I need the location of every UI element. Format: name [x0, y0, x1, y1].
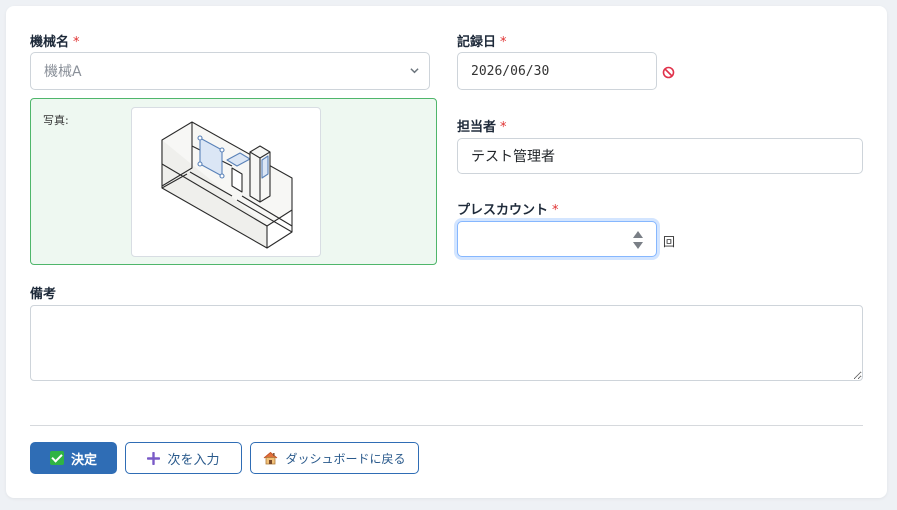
- submit-label: 決定: [70, 452, 97, 468]
- photo-label: 写真:: [43, 114, 69, 127]
- machine-select[interactable]: 機械A: [30, 52, 430, 90]
- machine-required-mark: *: [73, 35, 80, 50]
- press-count-input[interactable]: [457, 221, 657, 257]
- dashboard-button[interactable]: ダッシュボードに戻る: [250, 442, 419, 474]
- person-input[interactable]: テスト管理者: [457, 138, 863, 174]
- next-entry-label: 次を入力: [167, 452, 220, 468]
- memo-textarea[interactable]: [30, 305, 863, 381]
- machine-illustration: [161, 121, 293, 249]
- person-value: テスト管理者: [471, 149, 555, 165]
- machine-label: 機械名 *: [30, 31, 80, 50]
- no-entry-icon[interactable]: [662, 66, 675, 79]
- press-count-required-mark: *: [552, 203, 559, 218]
- chevron-down-icon: [410, 68, 419, 74]
- record-date-label-text: 記録日: [457, 35, 497, 50]
- memo-label: 備考: [30, 287, 57, 302]
- machine-photo: [131, 107, 321, 257]
- plus-icon: [147, 451, 161, 465]
- photo-panel: 写真:: [30, 98, 437, 265]
- record-date-label: 記録日 *: [457, 31, 507, 50]
- submit-button[interactable]: 決定: [30, 442, 117, 474]
- house-icon: [264, 451, 278, 465]
- person-label-text: 担当者: [457, 120, 497, 135]
- record-date-input[interactable]: 2026/06/30: [457, 52, 657, 90]
- person-label: 担当者 *: [457, 116, 507, 135]
- check-icon: [49, 451, 64, 465]
- machine-select-value: 機械A: [44, 64, 82, 80]
- press-count-label: プレスカウント *: [457, 199, 559, 218]
- number-spinner-icon[interactable]: [632, 230, 644, 250]
- record-date-required-mark: *: [500, 35, 507, 50]
- person-required-mark: *: [500, 120, 507, 135]
- press-count-unit: 回: [663, 235, 676, 249]
- record-date-value: 2026/06/30: [471, 63, 550, 79]
- next-entry-button[interactable]: 次を入力: [125, 442, 242, 474]
- machine-label-text: 機械名: [30, 35, 70, 50]
- dashboard-label: ダッシュボードに戻る: [285, 451, 406, 466]
- divider: [30, 425, 863, 426]
- press-count-label-text: プレスカウント: [457, 203, 549, 218]
- form-card: 機械名 * 機械A 写真: 記録日 * 2026/06/30 担当者 * テスト…: [6, 6, 887, 498]
